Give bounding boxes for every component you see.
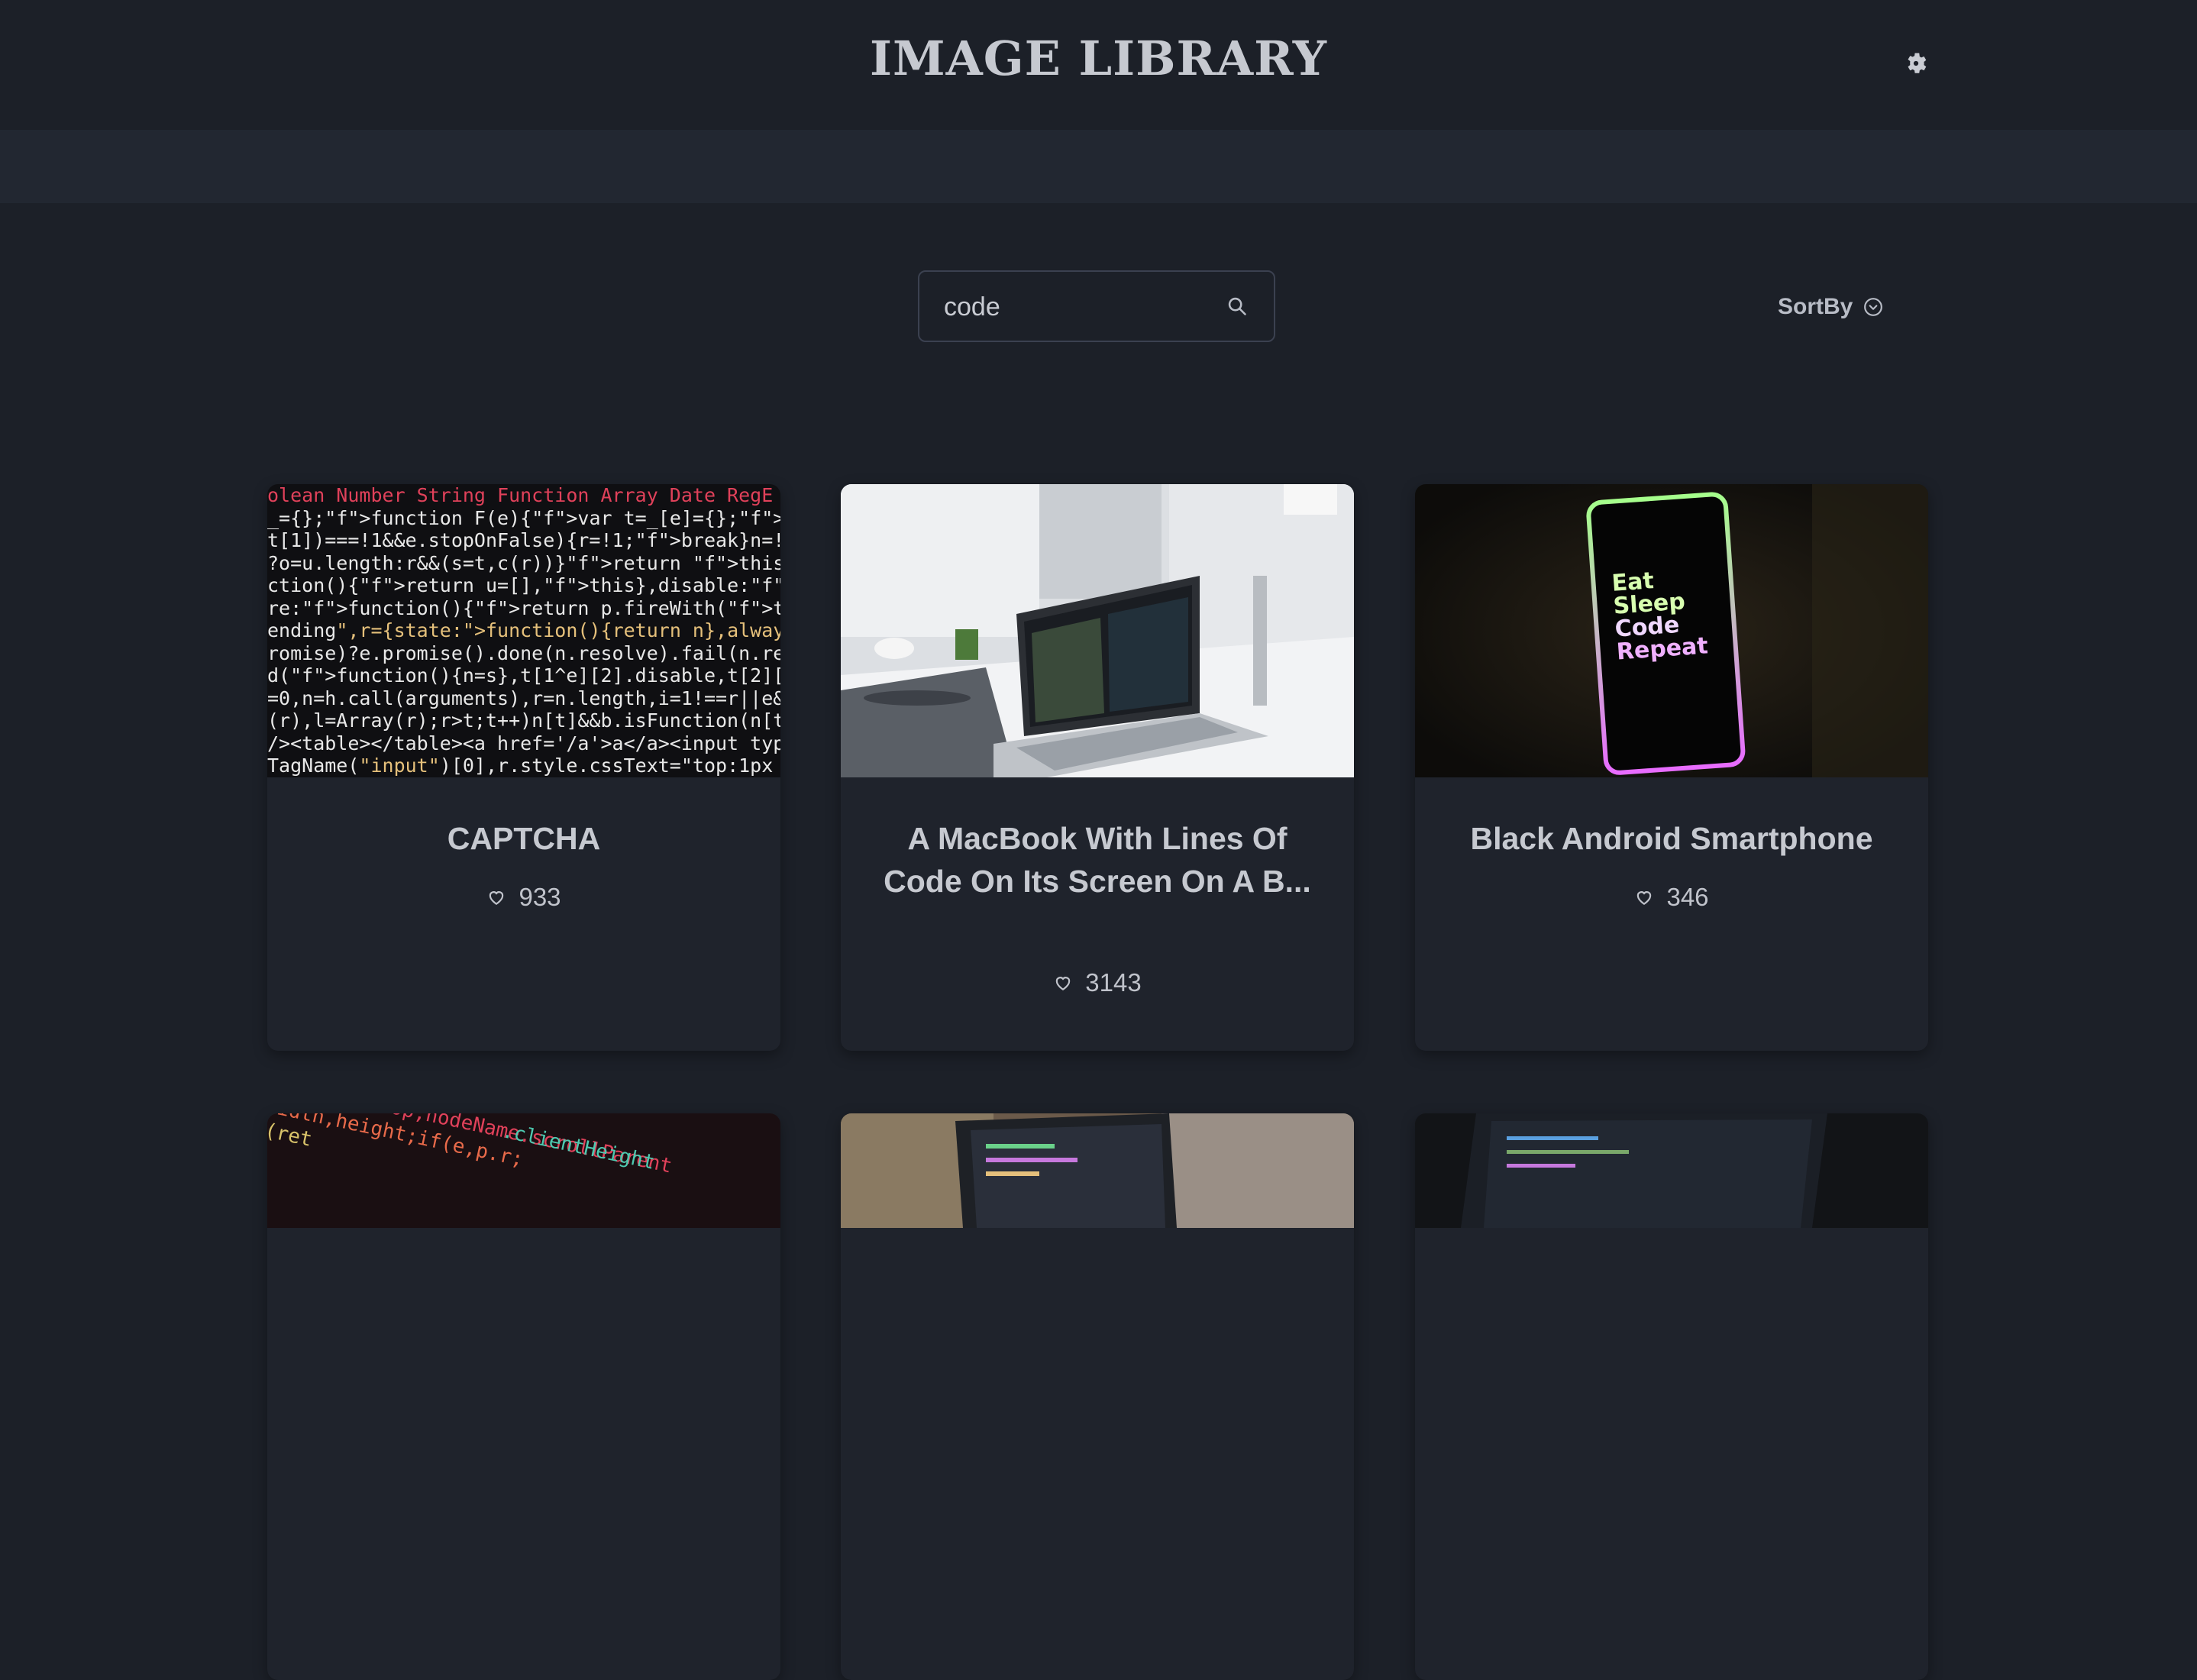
code-line: ?o=u.length:r&&(s=t,c(r))}"f">return "f"…: [267, 551, 780, 574]
image-card[interactable]: A MacBook With Lines Of Code On Its Scre…: [841, 484, 1354, 1051]
macbook-photo: [841, 484, 1354, 777]
image-card[interactable]: [1415, 1113, 1928, 1680]
code-line: _={};"f">function F(e){"f">var t=_[e]={}…: [267, 506, 780, 529]
card-title: CAPTCHA: [447, 821, 601, 856]
card-image[interactable]: [841, 484, 1354, 777]
page-title: IMAGE LIBRARY: [869, 31, 1328, 86]
code-line: (r),l=Array(r);r>t;t++)n[t]&&b.isFunctio…: [267, 709, 780, 732]
heart-icon[interactable]: [486, 887, 506, 907]
heart-icon[interactable]: [1053, 973, 1073, 993]
laptop-photo: [841, 1113, 1354, 1228]
laptop-dark-photo: [1415, 1113, 1928, 1228]
likes-number: 3143: [1085, 968, 1142, 997]
sort-by-dropdown[interactable]: SortBy: [1778, 290, 1883, 324]
code-line: ending",r={state:">function(){return n},…: [267, 619, 780, 641]
banner-band: [0, 130, 2197, 203]
code-line: ction(){"f">return u=[],"f">this},disabl…: [267, 574, 780, 596]
search-icon[interactable]: [1226, 296, 1248, 317]
card-title: A MacBook With Lines Of Code On Its Scre…: [884, 821, 1311, 899]
image-card[interactable]: [841, 1113, 1354, 1680]
image-card[interactable]: olean Number String Function Array Date …: [267, 484, 780, 1051]
chevron-down-icon: [1864, 298, 1883, 316]
card-image[interactable]: [1415, 1113, 1928, 1228]
code-line: TagName("input")[0],r.style.cssText="top…: [267, 754, 774, 777]
card-image[interactable]: [841, 1113, 1354, 1228]
card-image[interactable]: ments[p.top;nodeName.scrollParent width,…: [267, 1113, 780, 1228]
sort-by-label: SortBy: [1778, 294, 1853, 319]
likes-count[interactable]: 3143: [841, 968, 1354, 997]
search-input[interactable]: [942, 272, 1220, 342]
likes-number: 933: [519, 883, 561, 911]
code-line: re:"f">function(){"f">return p.fireWith(…: [267, 596, 780, 619]
card-title: Black Android Smartphone: [1470, 821, 1873, 856]
code-photo: ments[p.top;nodeName.scrollParent width,…: [267, 1113, 780, 1228]
heart-icon[interactable]: [1634, 887, 1654, 907]
image-card[interactable]: Eat Sleep Code Repeat Black Android Smar…: [1415, 484, 1928, 1051]
code-line: /><table></table><a href='/a'>a</a><inpu…: [267, 732, 780, 754]
card-image[interactable]: olean Number String Function Array Date …: [267, 484, 780, 777]
smartphone-photo: Eat Sleep Code Repeat: [1415, 484, 1928, 777]
code-line: t[1])===!1&&e.stopOnFalse){r=!1;"f">brea…: [267, 529, 780, 551]
gear-icon: [1908, 53, 1927, 73]
likes-count[interactable]: 933: [267, 883, 780, 912]
card-image[interactable]: Eat Sleep Code Repeat: [1415, 484, 1928, 777]
image-card[interactable]: ments[p.top;nodeName.scrollParent width,…: [267, 1113, 780, 1680]
search-box[interactable]: [918, 270, 1275, 342]
code-line: olean Number String Function Array Date …: [267, 484, 774, 506]
code-line: =0,n=h.call(arguments),r=n.length,i=1!==…: [267, 687, 780, 709]
theme-toggle-button[interactable]: [1900, 47, 1932, 79]
code-line: romise)?e.promise().done(n.resolve).fail…: [267, 641, 780, 664]
likes-count[interactable]: 346: [1415, 883, 1928, 912]
code-line: d("f">function(){n=s},t[1^e][2].disable,…: [267, 664, 780, 687]
header: IMAGE LIBRARY: [0, 0, 2197, 130]
code-screenshot-image: olean Number String Function Array Date …: [267, 484, 780, 777]
likes-number: 346: [1666, 883, 1709, 911]
